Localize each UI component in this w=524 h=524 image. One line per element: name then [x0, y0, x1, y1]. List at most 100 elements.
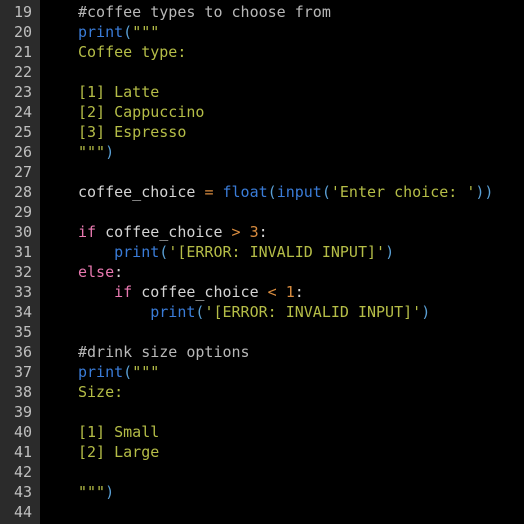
code-line[interactable] [78, 502, 524, 522]
code-line[interactable]: #coffee types to choose from [78, 2, 524, 22]
line-number: 42 [13, 463, 32, 481]
code-line[interactable]: print('[ERROR: INVALID INPUT]') [78, 242, 524, 262]
line-number: 36 [13, 343, 32, 361]
code-line[interactable] [78, 322, 524, 342]
code-token-string: '[ERROR: INVALID INPUT]' [204, 303, 422, 321]
line-number: 37 [13, 363, 32, 381]
code-token-string: [1] Small [78, 423, 160, 441]
code-token-builtin: input [276, 183, 322, 201]
code-token-punct: )) [475, 183, 494, 201]
code-token-string: """ [132, 23, 160, 41]
code-token-plain: : [294, 283, 304, 301]
line-number: 30 [13, 223, 32, 241]
line-number: 35 [13, 323, 32, 341]
line-number: 38 [13, 383, 32, 401]
line-number: 23 [13, 83, 32, 101]
code-token-keyword: else [78, 263, 115, 281]
line-number: 31 [13, 243, 32, 261]
code-line[interactable]: [1] Small [78, 422, 524, 442]
code-line[interactable]: [2] Cappuccino [78, 102, 524, 122]
code-token-string: Coffee type: [78, 43, 187, 61]
code-token-keyword: if [78, 223, 97, 241]
code-editor[interactable]: 19 20 21 22 23 24 25 26 27 28 29 30 31 32 33 34 35 36 37 38… [0, 0, 524, 524]
line-number: 25 [13, 123, 32, 141]
code-token-number: 1 [285, 283, 295, 301]
line-number: 21 [13, 43, 32, 61]
code-token-string: """ [78, 143, 106, 161]
code-token-comment: #coffee types to choose from [78, 3, 331, 21]
code-content-area[interactable]: #coffee types to choose from print(""" Cof… [40, 0, 524, 524]
code-token-string: [2] Large [78, 443, 160, 461]
code-token-string: Size: [78, 383, 124, 401]
code-line[interactable]: #drink size options [78, 342, 524, 362]
line-number: 39 [13, 403, 32, 421]
code-token-operator: < [267, 283, 277, 301]
code-token-punct: ( [123, 23, 133, 41]
code-token-punct: ( [267, 183, 277, 201]
line-number: 20 [13, 23, 32, 41]
code-token-string: 'Enter choice: ' [330, 183, 476, 201]
code-line[interactable]: if coffee_choice < 1: [78, 282, 524, 302]
code-line[interactable]: """) [78, 142, 524, 162]
code-token-string: """ [78, 483, 106, 501]
code-token-string: [3] Espresso [78, 123, 187, 141]
line-number: 27 [13, 163, 32, 181]
code-token-string: '[ERROR: INVALID INPUT]' [168, 243, 386, 261]
code-token-ident: coffee_choice [96, 223, 232, 241]
line-number: 41 [13, 443, 32, 461]
code-token-punct: ( [159, 243, 169, 261]
line-number: 32 [13, 263, 32, 281]
line-number: 44 [13, 503, 32, 521]
code-line[interactable]: if coffee_choice > 3: [78, 222, 524, 242]
code-token-punct: ( [321, 183, 331, 201]
code-token-plain: : [258, 223, 268, 241]
line-number: 29 [13, 203, 32, 221]
code-line[interactable] [78, 62, 524, 82]
code-line[interactable]: [2] Large [78, 442, 524, 462]
code-line[interactable] [78, 162, 524, 182]
code-token-plain: : [114, 263, 124, 281]
code-token-builtin: print [150, 303, 196, 321]
code-line[interactable]: [3] Espresso [78, 122, 524, 142]
code-token-ident: coffee_choice [132, 283, 268, 301]
code-line[interactable]: print(""" [78, 22, 524, 42]
code-line[interactable]: coffee_choice = float(input('Enter choic… [78, 182, 524, 202]
code-line[interactable]: Coffee type: [78, 42, 524, 62]
code-line[interactable] [78, 462, 524, 482]
code-token-operator: > [231, 223, 241, 241]
code-token-builtin: print [78, 363, 124, 381]
line-number: 34 [13, 303, 32, 321]
code-token-punct: ) [385, 243, 395, 261]
code-token-string: """ [132, 363, 160, 381]
code-line[interactable]: print('[ERROR: INVALID INPUT]') [78, 302, 524, 322]
line-number: 26 [13, 143, 32, 161]
code-token-keyword: if [114, 283, 133, 301]
code-line[interactable]: """) [78, 482, 524, 502]
code-token-builtin: float [222, 183, 268, 201]
code-token-string: [1] Latte [78, 83, 160, 101]
line-number: 43 [13, 483, 32, 501]
line-number: 19 [13, 3, 32, 21]
line-number-gutter: 19 20 21 22 23 24 25 26 27 28 29 30 31 32 33 34 35 36 37 38… [0, 0, 40, 524]
code-token-number: 3 [249, 223, 259, 241]
line-number: 40 [13, 423, 32, 441]
code-token-punct: ) [105, 143, 115, 161]
code-line[interactable]: print(""" [78, 362, 524, 382]
code-token-builtin: print [78, 23, 124, 41]
code-line[interactable] [78, 402, 524, 422]
code-token-punct: ) [421, 303, 431, 321]
line-number: 24 [13, 103, 32, 121]
code-token-comment: #drink size options [78, 343, 250, 361]
code-token-string: [2] Cappuccino [78, 103, 205, 121]
code-token-punct: ) [105, 483, 115, 501]
code-line[interactable]: Size: [78, 382, 524, 402]
line-number: 28 [13, 183, 32, 201]
code-line[interactable]: else: [78, 262, 524, 282]
code-line[interactable]: [1] Latte [78, 82, 524, 102]
code-token-ident: coffee_choice [78, 183, 205, 201]
code-line[interactable] [78, 202, 524, 222]
